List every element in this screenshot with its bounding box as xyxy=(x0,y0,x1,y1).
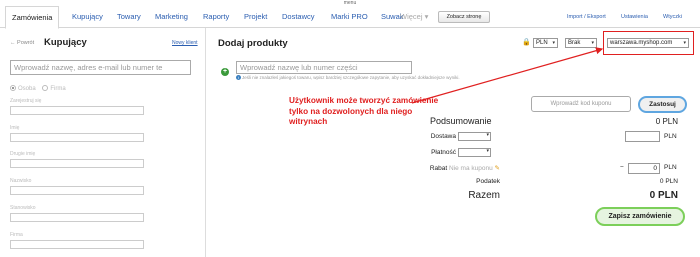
add-products-title: Dodaj produkty xyxy=(218,38,288,49)
tab-marketing[interactable]: Marketing xyxy=(155,6,188,28)
view-store-button[interactable]: Zobacz stronę xyxy=(438,11,490,23)
annotation-text: Użytkownik może tworzyć zamówienie tylko… xyxy=(289,96,439,126)
vat-value: Brak xyxy=(568,40,581,46)
info-icon: i xyxy=(236,75,241,80)
field-label-first-name: Imię xyxy=(10,125,20,131)
discount-label: Rabat xyxy=(429,165,448,172)
vat-select[interactable]: Brak ▾ xyxy=(565,38,597,48)
pencil-icon[interactable]: ✎ xyxy=(495,165,500,172)
first-name-field[interactable] xyxy=(10,133,144,142)
total-label: Razem xyxy=(468,190,500,201)
chevron-down-icon: ▾ xyxy=(591,40,594,46)
delivery-unit: PLN xyxy=(664,133,677,140)
discount-input[interactable]: 0 xyxy=(628,163,660,174)
lock-icon: 🔒 xyxy=(522,39,531,46)
field-label-register: Zarejestruj się xyxy=(10,98,42,104)
apply-coupon-button[interactable]: Zastosuj xyxy=(638,96,687,113)
tab-wiecej[interactable]: Więcej ▾ xyxy=(400,6,428,28)
discount-note: Nie ma kuponu xyxy=(449,165,493,172)
buyer-search-input[interactable]: Wprowadź nazwę, adres e-mail lub numer t… xyxy=(10,60,191,75)
tab-dostawcy[interactable]: Dostawcy xyxy=(282,6,315,28)
radio-company-label: Firma xyxy=(50,86,66,92)
discount-unit: PLN xyxy=(664,164,677,171)
position-field[interactable] xyxy=(10,213,144,222)
company-field[interactable] xyxy=(10,240,144,249)
chevron-down-icon: ▾ xyxy=(486,132,489,138)
product-search-input[interactable]: Wprowadź nazwę lub numer części xyxy=(236,61,412,74)
new-client-link[interactable]: Nowy klient xyxy=(172,40,198,46)
tab-marki-pro[interactable]: Marki PRO xyxy=(331,6,368,28)
tab-projekt[interactable]: Projekt xyxy=(244,6,267,28)
currency-select[interactable]: PLN ▾ xyxy=(533,38,558,48)
summary-title: Podsumowanie xyxy=(430,116,492,126)
minus-sign: − xyxy=(620,164,624,171)
radio-person[interactable] xyxy=(10,85,16,91)
search-info-text: Jeśli nie znalazłeś jakiegoś towaru, wpi… xyxy=(242,75,460,80)
field-label-company: Firma xyxy=(10,232,23,238)
payment-select[interactable]: ▾ xyxy=(458,148,491,157)
discount-row: Rabat Nie ma kuponu ✎ xyxy=(420,164,500,172)
tab-kupujacy[interactable]: Kupujący xyxy=(72,6,103,28)
buyer-title: Kupujący xyxy=(44,37,87,48)
chevron-down-icon: ▾ xyxy=(552,40,555,46)
highlight-box xyxy=(603,31,694,55)
plugins-link[interactable]: Wtyczki xyxy=(663,6,682,28)
coupon-input[interactable]: Wprowadź kod kuponu xyxy=(531,96,631,112)
currency-value: PLN xyxy=(536,40,548,46)
total-value: 0 PLN xyxy=(649,190,678,201)
top-navigation: Zamówienia Kupujący Towary Marketing Rap… xyxy=(0,6,700,29)
plus-icon[interactable]: + xyxy=(221,68,229,76)
field-label-middle-name: Drugie imię xyxy=(10,151,36,157)
buyer-panel: ← Powrót Kupujący Nowy klient Wprowadź n… xyxy=(0,28,206,257)
tab-zamowienia[interactable]: Zamówienia xyxy=(5,6,60,29)
tax-value: 0 PLN xyxy=(659,178,678,185)
save-order-button[interactable]: Zapisz zamówienie xyxy=(595,207,685,226)
tab-raporty[interactable]: Raporty xyxy=(203,6,229,28)
radio-company[interactable] xyxy=(42,85,49,91)
delivery-select[interactable]: ▾ xyxy=(458,132,491,141)
back-link[interactable]: ← Powrót xyxy=(10,40,34,46)
buyer-type-radios: Osoba Firma xyxy=(10,85,66,92)
last-name-field[interactable] xyxy=(10,186,144,195)
summary-subtotal: 0 PLN xyxy=(655,117,678,126)
delivery-label: Dostawa xyxy=(430,133,456,140)
delivery-input[interactable] xyxy=(625,131,660,142)
field-label-position: Stanowisko xyxy=(10,205,36,211)
search-info: i Jeśli nie znalazłeś jakiegoś towaru, wp… xyxy=(236,75,460,80)
tax-label: Podatek xyxy=(476,178,500,185)
middle-name-field[interactable] xyxy=(10,159,144,168)
radio-person-label: Osoba xyxy=(18,86,36,92)
payment-label: Płatność xyxy=(431,149,456,156)
field-label-last-name: Nazwisko xyxy=(10,178,32,184)
chevron-down-icon: ▾ xyxy=(486,148,489,154)
tab-towary[interactable]: Towary xyxy=(117,6,141,28)
import-export-link[interactable]: Import / Eksport xyxy=(567,6,606,28)
register-field[interactable] xyxy=(10,106,144,115)
settings-link[interactable]: Ustawienia xyxy=(621,6,648,28)
